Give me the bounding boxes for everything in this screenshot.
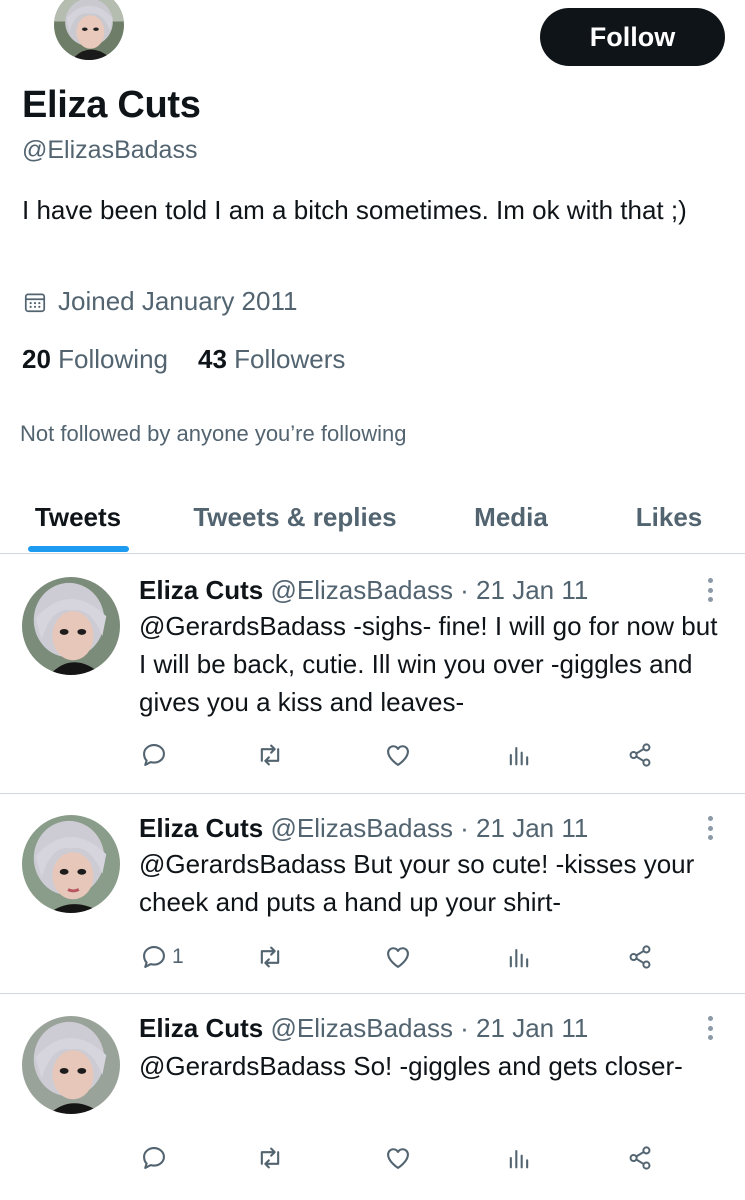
share-button[interactable] — [626, 1140, 654, 1176]
share-button[interactable] — [626, 737, 654, 773]
tweet-text: @GerardsBadass So! -giggles and gets clo… — [139, 1051, 683, 1081]
profile-display-name: Eliza Cuts — [22, 84, 201, 126]
retweet-button[interactable] — [256, 737, 284, 773]
active-tab-indicator — [28, 546, 129, 552]
followers-link[interactable]: 43 Followers — [198, 344, 345, 375]
following-label: Following — [58, 344, 168, 374]
tweet-actions — [0, 1140, 745, 1176]
tweet[interactable]: Eliza Cuts @ElizasBadass · 21 Jan 11 @Ge… — [0, 555, 745, 794]
reply-button[interactable]: 1 — [140, 939, 184, 975]
reply-icon — [143, 946, 165, 968]
like-button[interactable] — [384, 1140, 412, 1176]
tab-tweets[interactable]: Tweets — [18, 480, 138, 554]
tweet-actions — [0, 737, 745, 773]
reply-icon — [143, 744, 165, 766]
like-button[interactable] — [384, 737, 412, 773]
tweet-avatar[interactable] — [22, 577, 120, 675]
retweet-button[interactable] — [256, 1140, 284, 1176]
tweet-text: @GerardsBadass But your so cute! -kisses… — [139, 849, 695, 917]
share-icon — [629, 945, 651, 969]
views-icon — [509, 948, 529, 968]
more-icon[interactable] — [698, 1013, 722, 1043]
more-icon[interactable] — [698, 575, 722, 605]
reply-icon — [143, 1147, 165, 1169]
profile-handle: @ElizasBadass — [22, 136, 198, 164]
tweet-author-name[interactable]: Eliza Cuts — [139, 575, 263, 605]
heart-icon — [387, 947, 409, 968]
views-button[interactable] — [505, 1140, 533, 1176]
joined-date-label: Joined January 2011 — [58, 286, 298, 316]
tweet-author-name[interactable]: Eliza Cuts — [139, 1013, 263, 1043]
more-icon[interactable] — [698, 813, 722, 843]
followers-label: Followers — [234, 344, 346, 374]
followers-you-know-text: Not followed by anyone you’re following — [20, 421, 407, 446]
tweet-avatar-image — [22, 815, 120, 913]
heart-icon — [387, 1148, 409, 1169]
followers-count: 43 — [197, 344, 227, 374]
retweet-icon — [260, 1147, 280, 1169]
share-icon — [629, 1146, 651, 1170]
views-icon — [509, 746, 529, 766]
tweet-actions: 1 — [0, 939, 745, 975]
heart-icon — [387, 745, 409, 766]
tweet[interactable]: Eliza Cuts @ElizasBadass · 21 Jan 11 @Ge… — [0, 994, 745, 1200]
tab-media[interactable]: Media — [450, 480, 572, 554]
retweet-icon — [260, 946, 280, 968]
profile-stats: 20 Following 43 Followers — [22, 344, 345, 375]
reply-button[interactable] — [140, 1140, 172, 1176]
following-count: 20 — [22, 344, 51, 374]
tweet-avatar[interactable] — [22, 815, 120, 913]
follow-button[interactable]: Follow — [540, 8, 725, 66]
reply-count: 1 — [172, 945, 184, 968]
tweet-header: Eliza Cuts @ElizasBadass · 21 Jan 11 — [139, 813, 588, 844]
tweet-meta: @ElizasBadass · 21 Jan 11 — [270, 813, 589, 843]
profile-avatar-image — [54, 0, 124, 60]
views-icon — [509, 1149, 529, 1169]
retweet-button[interactable] — [256, 939, 284, 975]
retweet-icon — [260, 744, 280, 766]
profile-tabs: Tweets Tweets & replies Media Likes — [0, 480, 745, 554]
tweet-avatar-image — [22, 577, 120, 675]
profile-avatar[interactable] — [52, 0, 126, 62]
share-button[interactable] — [626, 939, 654, 975]
share-icon — [629, 743, 651, 767]
tweet-avatar-image — [22, 1016, 120, 1114]
reply-button[interactable] — [140, 737, 172, 773]
tab-tweets-and-replies[interactable]: Tweets & replies — [170, 480, 420, 554]
views-button[interactable] — [505, 939, 533, 975]
tweet-header: Eliza Cuts @ElizasBadass · 21 Jan 11 — [139, 575, 588, 606]
joined-date-row: Joined January 2011 — [22, 286, 297, 317]
tweet-text: @GerardsBadass -sighs- fine! I will go f… — [139, 611, 718, 717]
calendar-icon — [24, 293, 46, 312]
following-link[interactable]: 20 Following — [22, 344, 168, 375]
profile-bio: I have been told I am a bitch sometimes.… — [22, 195, 687, 225]
tab-likes[interactable]: Likes — [610, 480, 728, 554]
tweet-meta: @ElizasBadass · 21 Jan 11 — [270, 1013, 589, 1043]
tweet[interactable]: Eliza Cuts @ElizasBadass · 21 Jan 11 @Ge… — [0, 794, 745, 994]
tweet-meta: @ElizasBadass · 21 Jan 11 — [270, 575, 589, 605]
tweet-header: Eliza Cuts @ElizasBadass · 21 Jan 11 — [139, 1013, 588, 1044]
tweet-avatar[interactable] — [22, 1016, 120, 1114]
like-button[interactable] — [384, 939, 412, 975]
tweet-author-name[interactable]: Eliza Cuts — [139, 813, 263, 843]
views-button[interactable] — [505, 737, 533, 773]
